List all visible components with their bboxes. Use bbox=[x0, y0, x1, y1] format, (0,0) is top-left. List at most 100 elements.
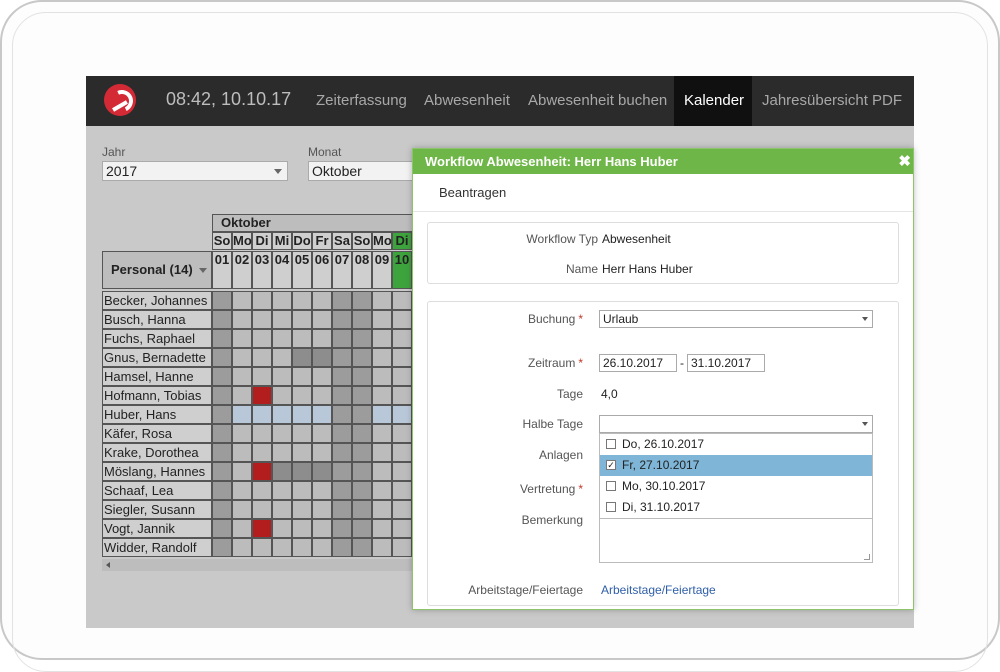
calendar-cell[interactable] bbox=[252, 462, 272, 481]
employee-name[interactable]: Widder, Randolf bbox=[102, 538, 212, 557]
nav-abwesenheit[interactable]: Abwesenheit bbox=[414, 76, 520, 126]
calendar-cell[interactable] bbox=[312, 481, 332, 500]
calendar-cell[interactable] bbox=[352, 519, 372, 538]
employee-name[interactable]: Fuchs, Raphael bbox=[102, 329, 212, 348]
calendar-cell[interactable] bbox=[272, 462, 292, 481]
calendar-cell[interactable] bbox=[272, 329, 292, 348]
calendar-cell[interactable] bbox=[232, 348, 252, 367]
calendar-cell[interactable] bbox=[352, 329, 372, 348]
calendar-cell[interactable] bbox=[372, 519, 392, 538]
calendar-cell[interactable] bbox=[372, 405, 392, 424]
calendar-cell[interactable] bbox=[312, 329, 332, 348]
month-select[interactable]: Oktober bbox=[308, 161, 418, 181]
calendar-cell[interactable] bbox=[392, 348, 412, 367]
calendar-cell[interactable] bbox=[332, 424, 352, 443]
calendar-cell[interactable] bbox=[252, 386, 272, 405]
employee-name[interactable]: Vogt, Jannik bbox=[102, 519, 212, 538]
calendar-cell[interactable] bbox=[332, 405, 352, 424]
calendar-cell[interactable] bbox=[352, 291, 372, 310]
calendar-cell[interactable] bbox=[232, 500, 252, 519]
calendar-cell[interactable] bbox=[252, 519, 272, 538]
calendar-cell[interactable] bbox=[372, 538, 392, 557]
calendar-cell[interactable] bbox=[212, 405, 232, 424]
close-icon[interactable]: ✖ bbox=[898, 154, 911, 169]
calendar-cell[interactable] bbox=[312, 310, 332, 329]
calendar-cell[interactable] bbox=[212, 424, 232, 443]
calendar-cell[interactable] bbox=[392, 291, 412, 310]
calendar-cell[interactable] bbox=[312, 538, 332, 557]
calendar-cell[interactable] bbox=[252, 310, 272, 329]
calendar-cell[interactable] bbox=[232, 424, 252, 443]
calendar-cell[interactable] bbox=[252, 538, 272, 557]
calendar-cell[interactable] bbox=[352, 310, 372, 329]
calendar-cell[interactable] bbox=[332, 519, 352, 538]
calendar-cell[interactable] bbox=[252, 424, 272, 443]
zeitraum-to-input[interactable]: 31.10.2017 bbox=[687, 354, 765, 372]
calendar-cell[interactable] bbox=[392, 462, 412, 481]
nav-zeiterfassung[interactable]: Zeiterfassung bbox=[306, 76, 417, 126]
calendar-cell[interactable] bbox=[372, 348, 392, 367]
resize-handle-icon[interactable] bbox=[864, 554, 870, 560]
calendar-cell[interactable] bbox=[292, 405, 312, 424]
calendar-cell[interactable] bbox=[292, 291, 312, 310]
buchung-select[interactable]: Urlaub bbox=[599, 310, 873, 328]
nav-kalender[interactable]: Kalender bbox=[674, 76, 752, 126]
year-select[interactable]: 2017 bbox=[102, 161, 288, 181]
calendar-cell[interactable] bbox=[392, 405, 412, 424]
calendar-cell[interactable] bbox=[372, 291, 392, 310]
calendar-cell[interactable] bbox=[312, 424, 332, 443]
zeitraum-from-input[interactable]: 26.10.2017 bbox=[599, 354, 677, 372]
app-logo-icon[interactable] bbox=[104, 84, 136, 116]
employee-name[interactable]: Busch, Hanna bbox=[102, 310, 212, 329]
calendar-cell[interactable] bbox=[232, 329, 252, 348]
calendar-cell[interactable] bbox=[292, 538, 312, 557]
calendar-cell[interactable] bbox=[332, 310, 352, 329]
calendar-cell[interactable] bbox=[392, 500, 412, 519]
nav-abwesenheit-buchen[interactable]: Abwesenheit buchen bbox=[518, 76, 677, 126]
calendar-cell[interactable] bbox=[232, 310, 252, 329]
calendar-cell[interactable] bbox=[212, 367, 232, 386]
calendar-cell[interactable] bbox=[292, 519, 312, 538]
calendar-cell[interactable] bbox=[232, 519, 252, 538]
calendar-cell[interactable] bbox=[252, 500, 272, 519]
calendar-cell[interactable] bbox=[232, 462, 252, 481]
calendar-cell[interactable] bbox=[272, 291, 292, 310]
calendar-cell[interactable] bbox=[372, 424, 392, 443]
employee-name[interactable]: Schaaf, Lea bbox=[102, 481, 212, 500]
calendar-cell[interactable] bbox=[352, 481, 372, 500]
calendar-cell[interactable] bbox=[392, 519, 412, 538]
calendar-cell[interactable] bbox=[372, 367, 392, 386]
horizontal-scrollbar[interactable] bbox=[102, 559, 412, 571]
calendar-cell[interactable] bbox=[372, 443, 392, 462]
calendar-cell[interactable] bbox=[252, 291, 272, 310]
calendar-cell[interactable] bbox=[232, 405, 252, 424]
arbeitstage-link[interactable]: Arbeitstage/Feiertage bbox=[601, 583, 716, 597]
personal-column-header[interactable]: Personal (14) bbox=[102, 251, 212, 289]
employee-name[interactable]: Huber, Hans bbox=[102, 405, 212, 424]
calendar-cell[interactable] bbox=[252, 405, 272, 424]
calendar-cell[interactable] bbox=[332, 329, 352, 348]
calendar-cell[interactable] bbox=[272, 538, 292, 557]
bemerkung-textarea[interactable] bbox=[599, 519, 873, 563]
calendar-cell[interactable] bbox=[352, 424, 372, 443]
checkbox-checked-icon[interactable]: ✓ bbox=[606, 460, 616, 470]
checkbox-icon[interactable] bbox=[606, 502, 616, 512]
calendar-cell[interactable] bbox=[372, 481, 392, 500]
halbe-tage-select[interactable] bbox=[599, 415, 873, 433]
calendar-cell[interactable] bbox=[212, 386, 232, 405]
calendar-cell[interactable] bbox=[292, 329, 312, 348]
calendar-cell[interactable] bbox=[372, 500, 392, 519]
calendar-cell[interactable] bbox=[272, 310, 292, 329]
calendar-cell[interactable] bbox=[332, 538, 352, 557]
calendar-cell[interactable] bbox=[292, 462, 312, 481]
employee-name[interactable]: Möslang, Hannes bbox=[102, 462, 212, 481]
calendar-cell[interactable] bbox=[212, 291, 232, 310]
calendar-cell[interactable] bbox=[292, 500, 312, 519]
scroll-left-icon[interactable] bbox=[106, 562, 110, 568]
calendar-cell[interactable] bbox=[352, 348, 372, 367]
nav-jahresuebersicht-pdf[interactable]: Jahresübersicht PDF bbox=[752, 76, 912, 126]
calendar-cell[interactable] bbox=[292, 348, 312, 367]
tab-beantragen[interactable]: Beantragen bbox=[439, 185, 506, 200]
calendar-cell[interactable] bbox=[312, 405, 332, 424]
calendar-cell[interactable] bbox=[332, 291, 352, 310]
